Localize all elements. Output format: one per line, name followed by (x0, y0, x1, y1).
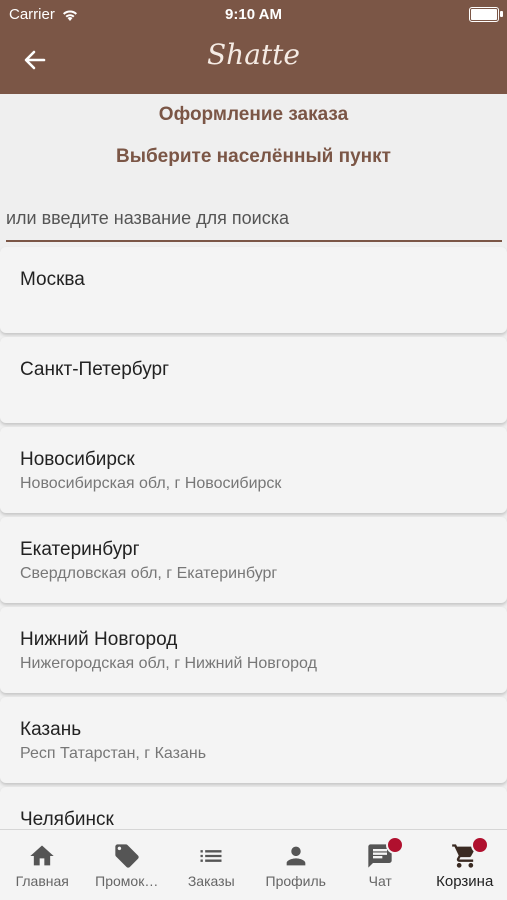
brand-logo: Shatte (207, 38, 300, 71)
city-item[interactable]: Санкт-Петербург (0, 337, 507, 423)
status-bar: Carrier 9:10 AM (0, 0, 507, 30)
status-time: 9:10 AM (225, 6, 282, 23)
tag-icon (115, 844, 139, 868)
page-subtitle: Выберите населённый пункт (116, 146, 391, 167)
tab-label: Заказы (187, 873, 235, 889)
city-name: Санкт-Петербург (20, 359, 170, 380)
page-title: Оформление заказа (158, 104, 349, 125)
city-item[interactable]: Екатеринбург Свердловская обл, г Екатери… (0, 517, 507, 603)
city-item[interactable]: Нижний Новгород Нижегородская обл, г Ниж… (0, 607, 507, 693)
city-region: Нижегородская обл, г Нижний Новгород (20, 655, 317, 672)
tab-home[interactable]: Главная (0, 830, 85, 900)
city-name: Казань (20, 719, 82, 740)
city-region: Респ Татарстан, г Казань (20, 745, 207, 762)
city-name: Новосибирск (20, 449, 135, 470)
city-name: Нижний Новгород (20, 629, 178, 650)
tab-profile[interactable]: Профиль (254, 830, 339, 900)
notification-badge (386, 836, 405, 854)
city-item[interactable]: Казань Респ Татарстан, г Казань (0, 697, 507, 783)
battery-icon (469, 7, 503, 22)
cart-icon-wrap (451, 836, 489, 870)
tab-label: Корзина (436, 873, 494, 890)
home-icon (30, 845, 54, 866)
notification-badge (470, 836, 489, 854)
tab-orders[interactable]: Заказы (169, 830, 254, 900)
city-name: Москва (20, 269, 85, 290)
tab-label: Главная (15, 873, 69, 889)
city-region: Свердловская обл, г Екатеринбург (20, 565, 278, 582)
bottom-tab-bar: Главная Промок… Заказы Профиль Чат Корзи… (0, 829, 507, 900)
city-search-input[interactable] (6, 196, 502, 242)
app-header: Carrier 9:10 AM Shatte (0, 0, 507, 94)
tab-label: Профиль (265, 873, 326, 889)
chat-icon-wrap (366, 836, 405, 870)
city-list: Москва Санкт-Петербург Новосибирск Новос… (0, 247, 507, 877)
tab-label: Чат (368, 873, 392, 889)
city-name: Екатеринбург (20, 539, 140, 560)
city-name: Челябинск (20, 809, 114, 830)
person-icon (286, 846, 306, 866)
city-region: Новосибирская обл, г Новосибирск (20, 475, 282, 492)
tab-promo[interactable]: Промок… (85, 830, 170, 900)
city-item[interactable]: Москва (0, 247, 507, 333)
tab-chat[interactable]: Чат (338, 830, 423, 900)
tab-label: Промок… (95, 873, 159, 889)
list-icon (200, 850, 222, 862)
city-item[interactable]: Новосибирск Новосибирская обл, г Новосиб… (0, 427, 507, 513)
tab-cart[interactable]: Корзина (423, 830, 507, 900)
